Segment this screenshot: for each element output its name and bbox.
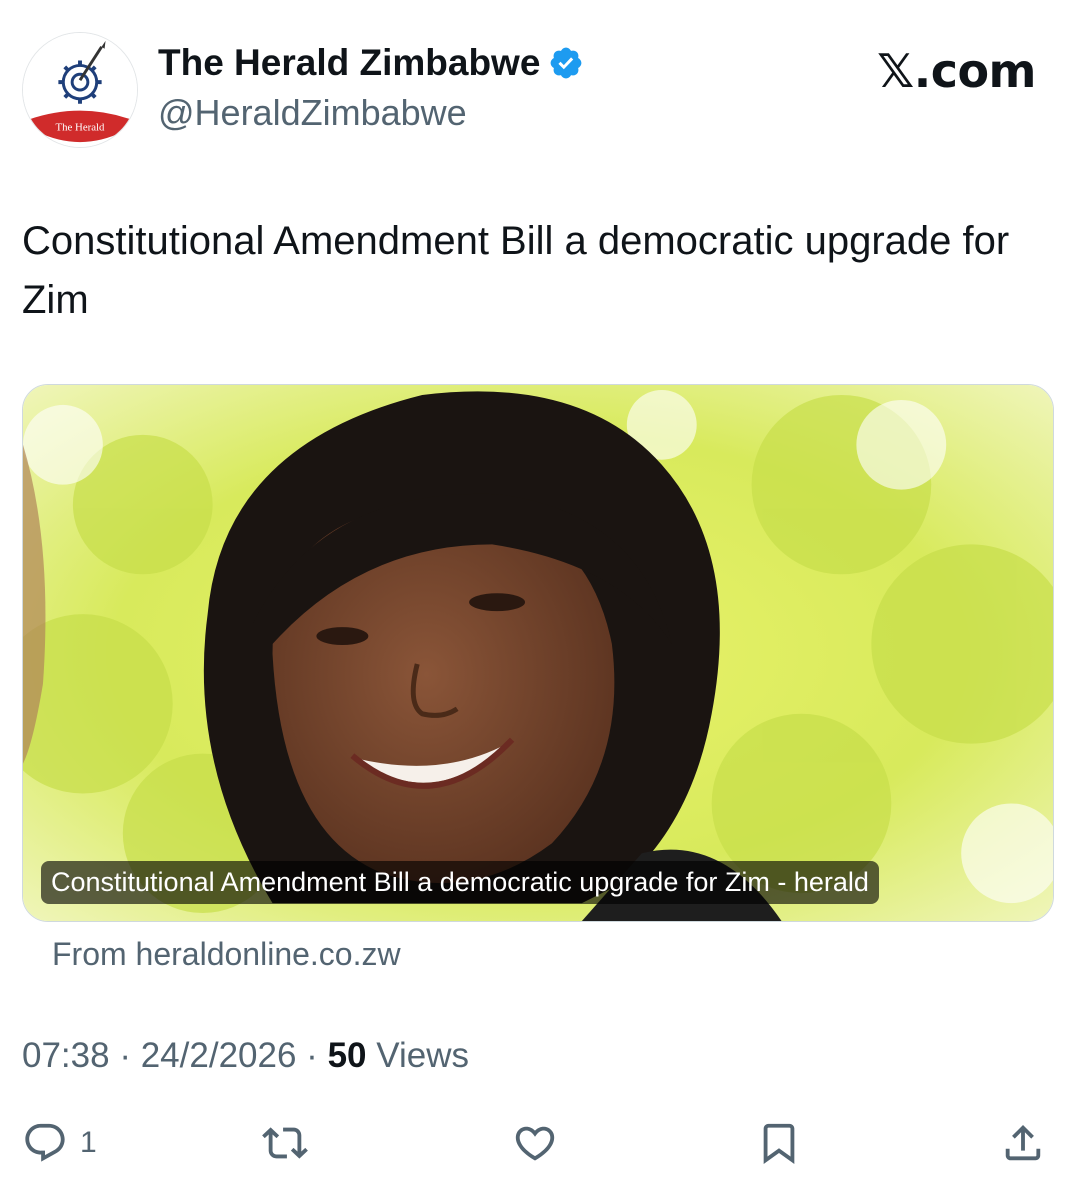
reply-icon	[25, 1123, 65, 1162]
avatar[interactable]: The Herald	[22, 32, 138, 148]
bookmark-icon	[763, 1123, 795, 1164]
share-button[interactable]	[1000, 1120, 1046, 1166]
retweet-button[interactable]	[262, 1120, 308, 1166]
reply-count: 1	[80, 1126, 97, 1159]
brand-logo: 𝕏.com	[877, 44, 1036, 98]
views-label: Views	[376, 1036, 469, 1075]
card-image	[23, 385, 1053, 921]
herald-logo: The Herald	[23, 33, 137, 147]
user-handle[interactable]: @HeraldZimbabwe	[158, 92, 467, 134]
tweet-text: Constitutional Amendment Bill a democrat…	[22, 219, 1010, 322]
share-icon	[1005, 1124, 1041, 1161]
tweet-time[interactable]: 07:38	[22, 1036, 110, 1075]
card-source-link[interactable]: From heraldonline.co.zw	[52, 936, 401, 973]
verified-badge-icon	[548, 45, 584, 81]
tweet-screenshot: The Herald The Herald Zimbabwe @HeraldZi…	[0, 0, 1076, 1200]
reply-button[interactable]: 1	[22, 1120, 97, 1166]
card-caption: Constitutional Amendment Bill a democrat…	[41, 861, 879, 904]
bookmark-button[interactable]	[756, 1120, 802, 1166]
display-name[interactable]: The Herald Zimbabwe	[158, 42, 584, 84]
display-name-text[interactable]: The Herald Zimbabwe	[158, 42, 540, 84]
tweet-date[interactable]: 24/2/2026	[141, 1036, 297, 1075]
action-bar: 1	[0, 1112, 1076, 1172]
avatar-text: The Herald	[56, 121, 105, 133]
tweet-meta: 07:38 · 24/2/2026 · 50 Views	[22, 1036, 469, 1076]
like-button[interactable]	[512, 1120, 558, 1166]
meta-separator: ·	[119, 1036, 141, 1075]
link-card[interactable]: Constitutional Amendment Bill a democrat…	[22, 384, 1054, 922]
views-count: 50	[327, 1036, 367, 1075]
like-icon	[515, 1126, 555, 1161]
meta-separator: ·	[306, 1036, 328, 1075]
retweet-icon	[262, 1127, 308, 1159]
